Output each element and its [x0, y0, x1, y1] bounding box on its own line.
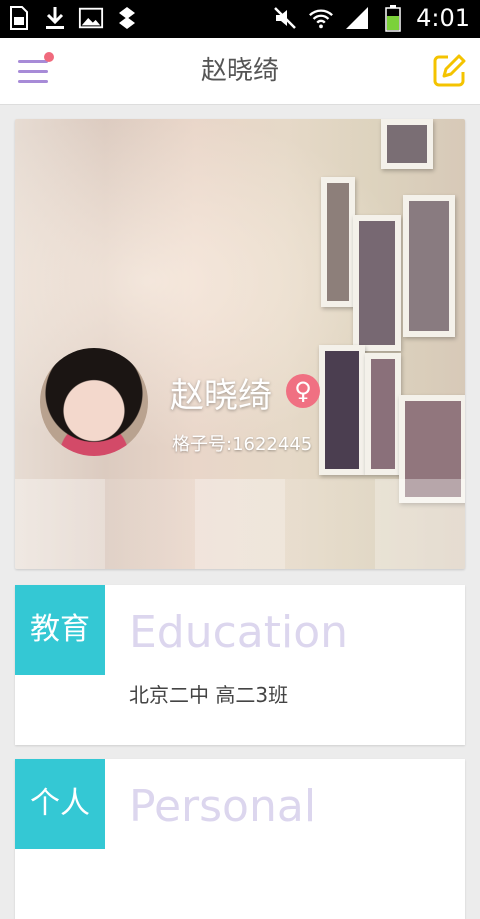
female-icon: ♀	[286, 374, 320, 408]
signal-icon	[344, 5, 370, 31]
picture-frame	[319, 345, 365, 475]
picture-frame	[353, 215, 401, 351]
profile-card[interactable]: 赵晓绮 ♀ 格子号:1622445	[15, 119, 465, 569]
education-tag: 教育	[15, 585, 105, 675]
avatar[interactable]	[40, 348, 148, 456]
status-time: 4:01	[416, 4, 470, 32]
status-bar-left	[6, 5, 140, 31]
profile-id: 格子号:1622445	[172, 434, 313, 455]
education-card[interactable]: 教育 Education 北京二中 高二3班	[15, 585, 465, 745]
personal-card[interactable]: 个人 Personal	[15, 759, 465, 919]
status-bar: 4:01	[0, 0, 480, 38]
personal-tag: 个人	[15, 759, 105, 849]
picture-frame	[321, 177, 355, 307]
page-title: 赵晓绮	[200, 56, 279, 86]
profile-name: 赵晓绮	[170, 376, 272, 416]
battery-icon	[380, 5, 406, 32]
education-detail: 北京二中 高二3班	[129, 683, 289, 707]
edit-icon	[433, 54, 466, 87]
personal-heading: Personal	[129, 781, 317, 832]
download-icon	[42, 5, 68, 31]
picture-frame	[365, 353, 401, 475]
mute-icon	[272, 5, 298, 31]
picture-frame	[403, 195, 455, 337]
image-icon	[78, 5, 104, 31]
app-bar: 赵晓绮	[0, 38, 480, 105]
photo-strip	[15, 479, 465, 569]
education-heading: Education	[129, 607, 349, 658]
usb-icon	[114, 5, 140, 31]
picture-frame	[381, 119, 433, 169]
edit-button[interactable]	[432, 54, 466, 88]
sd-card-icon	[6, 5, 32, 31]
wifi-icon	[308, 5, 334, 31]
status-bar-right: 4:01	[272, 4, 470, 32]
